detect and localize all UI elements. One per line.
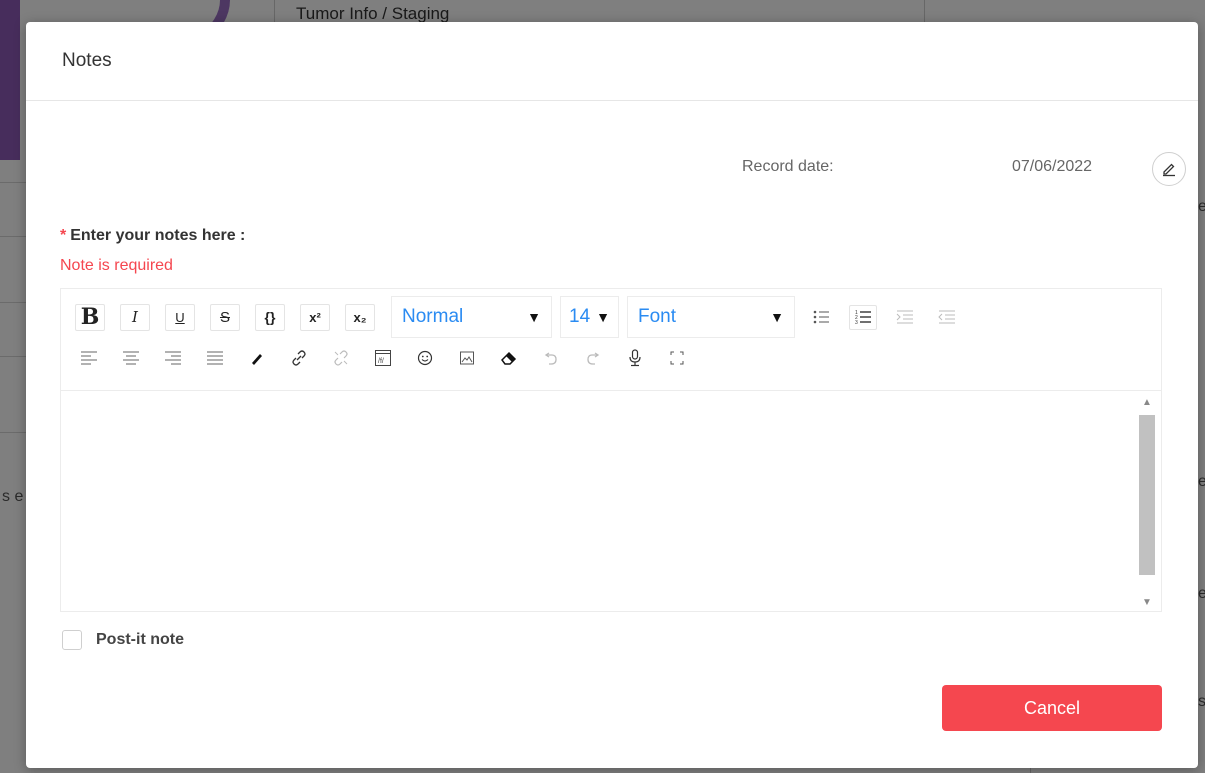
unlink-button[interactable] bbox=[327, 345, 355, 371]
redo-icon bbox=[587, 352, 600, 365]
align-left-button[interactable] bbox=[75, 345, 103, 371]
numbered-list-button[interactable]: 123 bbox=[849, 304, 877, 330]
font-size-value: 14 bbox=[569, 306, 591, 327]
strikethrough-button[interactable]: S bbox=[210, 303, 240, 331]
subscript-button[interactable]: x₂ bbox=[345, 303, 375, 331]
toolbar-row-1: B I U S {} x² x₂ Normal ▼ 14 ▼ Font ▼ 1 … bbox=[75, 296, 1161, 338]
notes-label-text: Enter your notes here : bbox=[70, 227, 246, 244]
unlink-icon bbox=[334, 350, 348, 366]
edit-record-date-button[interactable] bbox=[1152, 152, 1186, 186]
subscript-label: x₂ bbox=[353, 309, 367, 325]
record-date-label: Record date: bbox=[742, 158, 834, 175]
paragraph-format-select[interactable]: Normal ▼ bbox=[391, 296, 552, 338]
svg-text:/f/: /f/ bbox=[378, 358, 384, 365]
code-block-label: {} bbox=[264, 309, 276, 325]
editor-scrollbar[interactable]: ▲ ▼ bbox=[1139, 395, 1155, 611]
align-right-button[interactable] bbox=[159, 345, 187, 371]
insert-link-button[interactable] bbox=[285, 345, 313, 371]
emoji-button[interactable] bbox=[411, 345, 439, 371]
scroll-thumb[interactable] bbox=[1139, 415, 1155, 575]
caret-down-icon: ▼ bbox=[527, 309, 541, 325]
svg-text:3: 3 bbox=[855, 320, 858, 326]
font-family-value: Font bbox=[638, 306, 677, 327]
align-justify-button[interactable] bbox=[201, 345, 229, 371]
align-center-button[interactable] bbox=[117, 345, 145, 371]
caret-down-icon: ▼ bbox=[770, 309, 784, 325]
postit-note-option[interactable]: Post-it note bbox=[62, 630, 184, 650]
notes-error-message: Note is required bbox=[60, 257, 173, 274]
record-date-value: 07/06/2022 bbox=[1012, 158, 1093, 175]
postit-note-label[interactable]: Post-it note bbox=[96, 631, 184, 649]
indent-icon bbox=[896, 310, 913, 324]
emoji-icon bbox=[417, 350, 433, 366]
superscript-button[interactable]: x² bbox=[300, 303, 330, 331]
italic-button[interactable]: I bbox=[120, 303, 150, 331]
link-icon bbox=[292, 350, 306, 366]
fullscreen-button[interactable] bbox=[663, 345, 691, 371]
redo-button[interactable] bbox=[579, 345, 607, 371]
required-marker: * bbox=[60, 227, 67, 244]
embed-icon: /f/ bbox=[375, 350, 391, 366]
numbered-list-icon: 123 bbox=[855, 310, 871, 326]
bold-button[interactable]: B bbox=[75, 303, 105, 331]
modal-header: Notes bbox=[26, 22, 1198, 101]
notes-field-label: * Enter your notes here : bbox=[60, 227, 245, 245]
underline-label: U bbox=[175, 309, 185, 325]
align-justify-icon bbox=[207, 351, 223, 365]
color-picker-button[interactable] bbox=[243, 345, 271, 371]
toolbar-row-2: /f/ bbox=[75, 343, 1161, 373]
caret-down-icon: ▼ bbox=[596, 309, 610, 325]
scroll-up-arrow-icon[interactable]: ▲ bbox=[1139, 395, 1155, 411]
outdent-icon bbox=[938, 310, 955, 324]
cancel-button[interactable]: Cancel bbox=[942, 685, 1162, 731]
bold-label: B bbox=[80, 304, 100, 330]
voice-input-button[interactable] bbox=[621, 345, 649, 371]
font-size-select[interactable]: 14 ▼ bbox=[560, 296, 619, 338]
clear-format-button[interactable] bbox=[495, 345, 523, 371]
strikethrough-label: S bbox=[219, 308, 230, 326]
align-right-icon bbox=[165, 351, 181, 365]
insert-image-button[interactable] bbox=[453, 345, 481, 371]
italic-label: I bbox=[132, 308, 138, 326]
code-block-button[interactable]: {} bbox=[255, 303, 285, 331]
color-picker-icon bbox=[252, 354, 262, 365]
bullet-list-button[interactable] bbox=[807, 304, 835, 330]
rich-text-editor: B I U S {} x² x₂ Normal ▼ 14 ▼ Font ▼ 1 … bbox=[60, 288, 1162, 612]
indent-button[interactable] bbox=[891, 304, 919, 330]
record-date-row: Record date: 07/06/2022 bbox=[26, 152, 1198, 188]
align-left-icon bbox=[81, 351, 97, 365]
bullet-list-icon bbox=[813, 310, 829, 324]
modal-title: Notes bbox=[62, 50, 112, 71]
font-family-select[interactable]: Font ▼ bbox=[627, 296, 795, 338]
editor-toolbar: B I U S {} x² x₂ Normal ▼ 14 ▼ Font ▼ 1 … bbox=[61, 289, 1161, 391]
notes-modal: Notes Record date: 07/06/2022 * Enter you… bbox=[26, 22, 1198, 768]
eraser-icon bbox=[501, 351, 517, 365]
undo-button[interactable] bbox=[537, 345, 565, 371]
microphone-icon bbox=[629, 349, 641, 367]
superscript-label: x² bbox=[309, 309, 321, 325]
undo-icon bbox=[544, 352, 557, 365]
align-center-icon bbox=[123, 351, 139, 365]
editor-content-area[interactable]: ▲ ▼ bbox=[61, 391, 1161, 611]
underline-button[interactable]: U bbox=[165, 303, 195, 331]
embed-button[interactable]: /f/ bbox=[369, 345, 397, 371]
postit-note-checkbox[interactable] bbox=[62, 630, 82, 650]
fullscreen-icon bbox=[670, 351, 684, 365]
pencil-icon bbox=[1163, 163, 1175, 177]
outdent-button[interactable] bbox=[933, 304, 961, 330]
scroll-down-arrow-icon[interactable]: ▼ bbox=[1139, 595, 1155, 611]
image-icon bbox=[460, 351, 474, 365]
paragraph-format-value: Normal bbox=[402, 306, 464, 327]
